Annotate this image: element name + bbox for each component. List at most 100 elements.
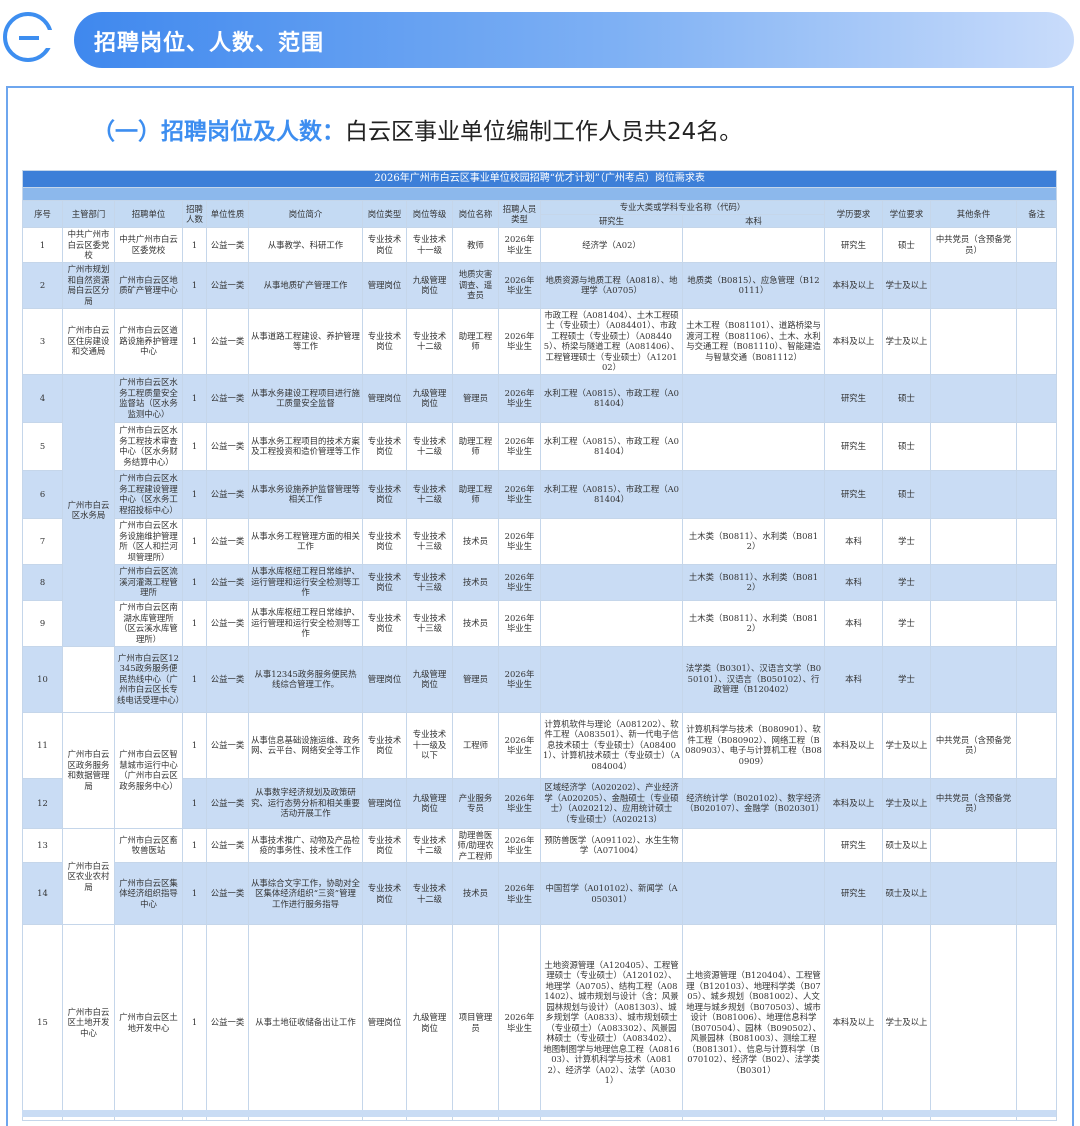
recruitment-table: 2026年广州市白云区事业单位校园招聘“优才计划”（广州考点）岗位需求表 序号 … xyxy=(21,170,1058,1121)
col-target: 招聘人员类型 xyxy=(498,200,541,228)
cell-intro: 从事水务设施养护监督管理等相关工作 xyxy=(248,469,363,519)
cell-degree: 硕士及以上 xyxy=(882,827,931,863)
cell-seq: 1 xyxy=(22,227,63,263)
cell-note xyxy=(1015,924,1058,1121)
cell-unit: 广州市白云区地质矿产管理中心 xyxy=(114,261,183,309)
cell-nature: 公益一类 xyxy=(206,924,249,1121)
cell-edu: 本科 xyxy=(824,563,883,601)
cell-degree: 硕士 xyxy=(882,469,931,519)
col-dept: 主管部门 xyxy=(62,200,115,228)
cell-target: 2026年毕业生 xyxy=(498,227,541,263)
cell-name: 助理工程师 xyxy=(452,421,499,471)
cell-intro: 从事信息基础设施运维、政务网、云平台、网络安全等工作 xyxy=(248,711,363,779)
cell-target: 2026年毕业生 xyxy=(498,373,541,423)
cell-under: 经济统计学（B020102）、数字经济（B020107）、金融学（B020301… xyxy=(682,777,825,829)
table-row: 13 广州市白云区农业农村局 广州市白云区畜牧兽医站 1 公益一类 从事技术推广… xyxy=(22,827,1058,925)
cell-note xyxy=(1015,517,1058,565)
cell-intro: 从事技术推广、动物及产品检疫的事务性、技术性工作 xyxy=(248,827,363,863)
cell-level: 专业技术十三级 xyxy=(406,563,453,601)
cell-seq: 7 xyxy=(22,517,63,565)
cell-under: 土木类（B0811）、水利类（B0812） xyxy=(682,563,825,601)
cell-dept: 广州市规划和自然资源局白云区分局 xyxy=(62,261,115,309)
cell-note xyxy=(1015,563,1058,601)
cell-grad: 地质资源与地质工程（A0818）、地理学（A0705） xyxy=(540,261,683,309)
cell-count: 1 xyxy=(182,373,207,423)
col-grad: 研究生 xyxy=(540,213,683,228)
cell-level: 专业技术十三级 xyxy=(406,517,453,565)
cell-level: 专业技术十一级及以下 xyxy=(406,711,453,779)
cell-seq: 8 xyxy=(22,563,63,601)
cell-seq: 6 xyxy=(22,469,63,519)
cell-nature: 公益一类 xyxy=(206,373,249,423)
table-continuation-strip xyxy=(22,1110,1056,1117)
cell-intro: 从事地质矿产管理工作 xyxy=(248,261,363,309)
table-row: 3 广州市白云区住房建设和交通局 广州市白云区道路设施养护管理中心 1 公益一类… xyxy=(22,307,1058,375)
cell-under xyxy=(682,373,825,423)
col-unit: 招聘单位 xyxy=(114,200,183,228)
cell-target: 2026年毕业生 xyxy=(498,563,541,601)
cell-intro: 从事教学、科研工作 xyxy=(248,227,363,263)
cell-grad: 市政工程（A081404）、土木工程硕士（专业硕士）（A084401）、市政工程… xyxy=(540,307,683,375)
cell-seq: 5 xyxy=(22,421,63,471)
cell-target: 2026年毕业生 xyxy=(498,711,541,779)
cell-count: 1 xyxy=(182,711,207,779)
col-nature: 单位性质 xyxy=(206,200,249,228)
cell-edu: 研究生 xyxy=(824,421,883,471)
cell-under: 法学类（B0301）、汉语言文学（B050101）、汉语言（B050102）、行… xyxy=(682,645,825,713)
cell-type: 专业技术岗位 xyxy=(362,599,407,647)
cell-degree: 学士及以上 xyxy=(882,711,931,779)
cell-edu: 本科及以上 xyxy=(824,307,883,375)
table-row: 5 广州市白云区水务工程技术审查中心（区水务财务结算中心） 1 公益一类 从事水… xyxy=(22,421,1058,471)
cell-name: 教师 xyxy=(452,227,499,263)
cell-nature: 公益一类 xyxy=(206,517,249,565)
cell-grad xyxy=(540,645,683,713)
cell-nature: 公益一类 xyxy=(206,599,249,647)
cell-name: 助理工程师 xyxy=(452,469,499,519)
cell-type: 专业技术岗位 xyxy=(362,421,407,471)
cell-other xyxy=(930,862,1017,925)
cell-degree: 学士 xyxy=(882,645,931,713)
cell-name: 技术员 xyxy=(452,517,499,565)
cell-edu: 本科及以上 xyxy=(824,924,883,1121)
table-row: 4 广州市白云区水务局 广州市白云区水务工程质量安全监督站（区水务监测中心） 1… xyxy=(22,373,1058,647)
cell-unit: 中共广州市白云区委党校 xyxy=(114,227,183,263)
cell-grad: 计算机软件与理论（A081202）、软件工程（A083501）、新一代电子信息技… xyxy=(540,711,683,779)
cell-nature: 公益一类 xyxy=(206,827,249,863)
cell-level: 专业技术十二级 xyxy=(406,421,453,471)
cell-note xyxy=(1015,862,1058,925)
cell-type: 管理岗位 xyxy=(362,373,407,423)
cell-target: 2026年毕业生 xyxy=(498,307,541,375)
cell-level: 专业技术十一级 xyxy=(406,227,453,263)
cell-grad: 水利工程（A0815）、市政工程（A081404） xyxy=(540,421,683,471)
cell-count: 1 xyxy=(182,421,207,471)
cell-level: 专业技术十二级 xyxy=(406,827,453,863)
cell-dept: 广州市白云区农业农村局 xyxy=(62,827,115,925)
cell-other: 中共党员（含预备党员） xyxy=(930,777,1017,829)
cell-intro: 从事水库枢纽工程日常维护、运行管理和运行安全检测等工作 xyxy=(248,563,363,601)
cell-target: 2026年毕业生 xyxy=(498,469,541,519)
col-note: 备注 xyxy=(1015,200,1058,228)
table-row: 6 广州市白云区水务工程建设管理中心（区水务工程招投标中心） 1 公益一类 从事… xyxy=(22,469,1058,519)
section-header: 招聘岗位、人数、范围 xyxy=(0,0,1080,82)
cell-seq: 3 xyxy=(22,307,63,375)
cell-count: 1 xyxy=(182,827,207,863)
cell-seq: 10 xyxy=(22,645,63,713)
cell-dept: 中共广州市白云区委党校 xyxy=(62,227,115,263)
cell-name: 技术员 xyxy=(452,862,499,925)
cell-note xyxy=(1015,469,1058,519)
cell-degree: 学士及以上 xyxy=(882,307,931,375)
section-number-badge xyxy=(3,12,55,62)
cell-unit: 广州市白云区水务工程建设管理中心（区水务工程招投标中心） xyxy=(114,469,183,519)
cell-note xyxy=(1015,827,1058,863)
cell-type: 专业技术岗位 xyxy=(362,517,407,565)
cell-target: 2026年毕业生 xyxy=(498,599,541,647)
cell-under xyxy=(682,862,825,925)
section-header-bar: 招聘岗位、人数、范围 xyxy=(74,12,1074,68)
cell-under xyxy=(682,469,825,519)
table-row: 11 广州市白云区政务服务和数据管理局 广州市白云区智慧城市运行中心（广州市白云… xyxy=(22,711,1058,829)
cell-under: 土木类（B0811）、水利类（B0812） xyxy=(682,517,825,565)
cell-target: 2026年毕业生 xyxy=(498,777,541,829)
cell-unit: 广州市白云区水务工程质量安全监督站（区水务监测中心） xyxy=(114,373,183,423)
subsection-label: （一）招聘岗位及人数： xyxy=(92,119,345,145)
cell-grad: 预防兽医学（A091102）、水生生物学（A071004） xyxy=(540,827,683,863)
